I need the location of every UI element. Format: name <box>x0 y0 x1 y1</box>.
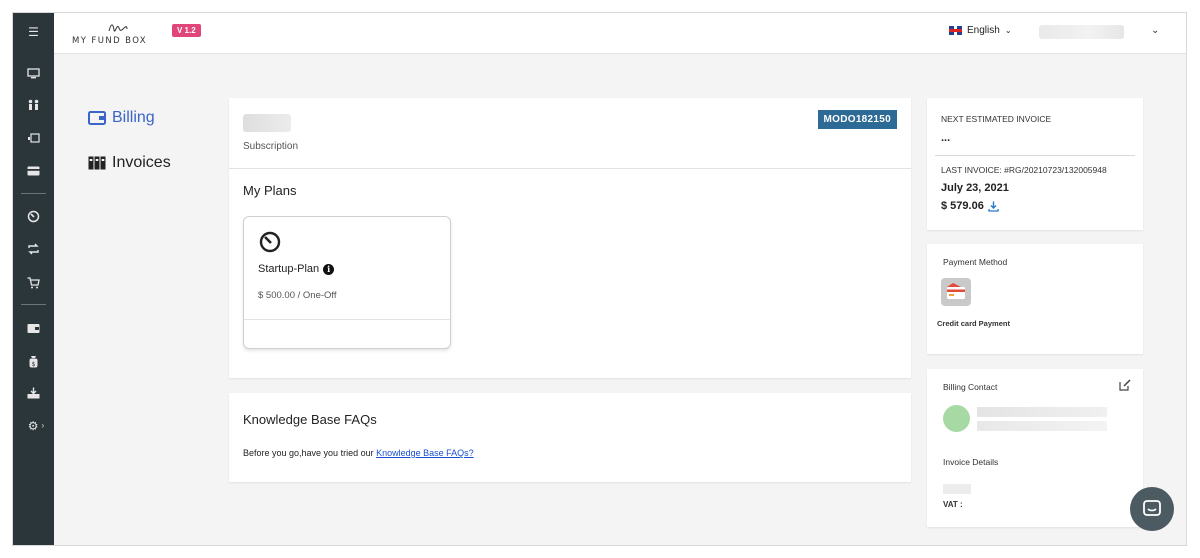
wallet-icon <box>88 111 106 125</box>
kb-text: Before you go,have you tried our Knowled… <box>243 448 474 458</box>
chat-launcher-button[interactable] <box>1130 487 1174 531</box>
download-icon[interactable] <box>988 201 999 212</box>
binders-icon <box>88 156 106 170</box>
subscription-card: Subscription MODO182150 My Plans Startup… <box>229 98 911 378</box>
billing-contact-card: Billing Contact Invoice Details VAT : <box>927 369 1143 527</box>
my-plans-heading: My Plans <box>243 183 297 198</box>
version-badge: V 1.2 <box>172 24 201 37</box>
users-icon[interactable] <box>25 98 42 112</box>
repeat-icon[interactable] <box>25 242 42 256</box>
plan-name-text: Startup-Plan <box>258 263 320 275</box>
language-label: English <box>967 25 1000 36</box>
last-invoice-heading: LAST INVOICE: #RG/20210723/132005948 <box>941 165 1107 175</box>
nav-billing[interactable]: Billing <box>88 109 155 127</box>
divider <box>229 168 911 169</box>
nav-invoices-label: Invoices <box>112 154 171 171</box>
next-invoice-value: ... <box>941 132 951 144</box>
payment-method-heading: Payment Method <box>943 257 1008 267</box>
next-invoice-heading: NEXT ESTIMATED INVOICE <box>941 114 1052 124</box>
uk-flag-icon <box>949 26 962 35</box>
invoice-details-redacted <box>943 484 971 494</box>
chat-icon <box>1143 500 1161 516</box>
settings-icon[interactable]: ⚙ › <box>25 419 47 433</box>
hamburger-menu-icon[interactable]: ☰ <box>25 25 42 39</box>
kb-link[interactable]: Knowledge Base FAQs? <box>376 448 474 458</box>
money-bag-icon[interactable]: $ <box>25 354 42 368</box>
avatar <box>943 405 970 432</box>
chevron-down-icon[interactable]: ⌄ <box>1151 25 1159 36</box>
download-tray-icon[interactable] <box>25 386 42 400</box>
contact-name-redacted <box>977 407 1107 417</box>
divider <box>244 319 450 320</box>
chevron-down-icon: ⌄ <box>1004 26 1012 35</box>
history-icon <box>259 231 281 253</box>
history-icon[interactable] <box>25 209 42 223</box>
payment-method-card: Payment Method Credit card Payment <box>927 244 1143 354</box>
last-invoice-date: July 23, 2021 <box>941 182 1009 194</box>
payment-method-label: Credit card Payment <box>937 319 1010 328</box>
divider <box>935 155 1135 156</box>
language-selector[interactable]: English ⌄ <box>949 25 1012 36</box>
plan-name: Startup-Plan i <box>258 263 335 275</box>
cart-icon[interactable] <box>25 276 42 290</box>
kb-prompt: Before you go,have you tried our <box>243 448 377 458</box>
plan-price: $ 500.00 / One-Off <box>258 290 337 301</box>
invoice-details-heading: Invoice Details <box>943 457 999 467</box>
edit-icon[interactable] <box>1119 379 1131 394</box>
info-icon[interactable]: i <box>323 263 335 275</box>
monitor-icon[interactable] <box>25 66 42 80</box>
invoice-card: NEXT ESTIMATED INVOICE ... LAST INVOICE:… <box>927 98 1143 230</box>
top-bar: MY FUND BOX V 1.2 English ⌄ ⌄ <box>54 13 1186 54</box>
kb-heading: Knowledge Base FAQs <box>243 412 377 427</box>
wallet-icon[interactable] <box>25 321 42 335</box>
subscription-name-redacted <box>243 114 291 132</box>
contact-email-redacted <box>977 421 1107 431</box>
nav-billing-label: Billing <box>112 109 155 126</box>
plan-card[interactable]: Startup-Plan i $ 500.00 / One-Off <box>243 216 451 349</box>
knowledge-base-card: Knowledge Base FAQs Before you go,have y… <box>229 393 911 482</box>
credit-card-icon[interactable] <box>941 278 971 306</box>
svg-text:$: $ <box>32 361 36 368</box>
nav-invoices[interactable]: Invoices <box>88 154 171 172</box>
user-menu[interactable] <box>1039 25 1124 39</box>
app-window: ☰ $ ⚙ › MY FUND BOX V 1.2 English ⌄ ⌄ Bi… <box>12 12 1187 546</box>
rail-divider <box>21 304 46 305</box>
billing-contact-heading: Billing Contact <box>943 382 998 392</box>
last-invoice-amount-value: $ 579.06 <box>941 200 984 212</box>
card-icon[interactable] <box>25 164 42 178</box>
rail-divider <box>21 193 46 194</box>
subscription-label: Subscription <box>243 141 299 152</box>
logo-text: MY FUND BOX <box>72 36 147 46</box>
subscription-code-badge: MODO182150 <box>817 110 897 129</box>
vat-label: VAT : <box>943 500 963 509</box>
last-invoice-amount: $ 579.06 <box>941 200 999 212</box>
devices-icon[interactable] <box>25 131 42 145</box>
left-rail: ☰ $ ⚙ › <box>13 13 54 545</box>
